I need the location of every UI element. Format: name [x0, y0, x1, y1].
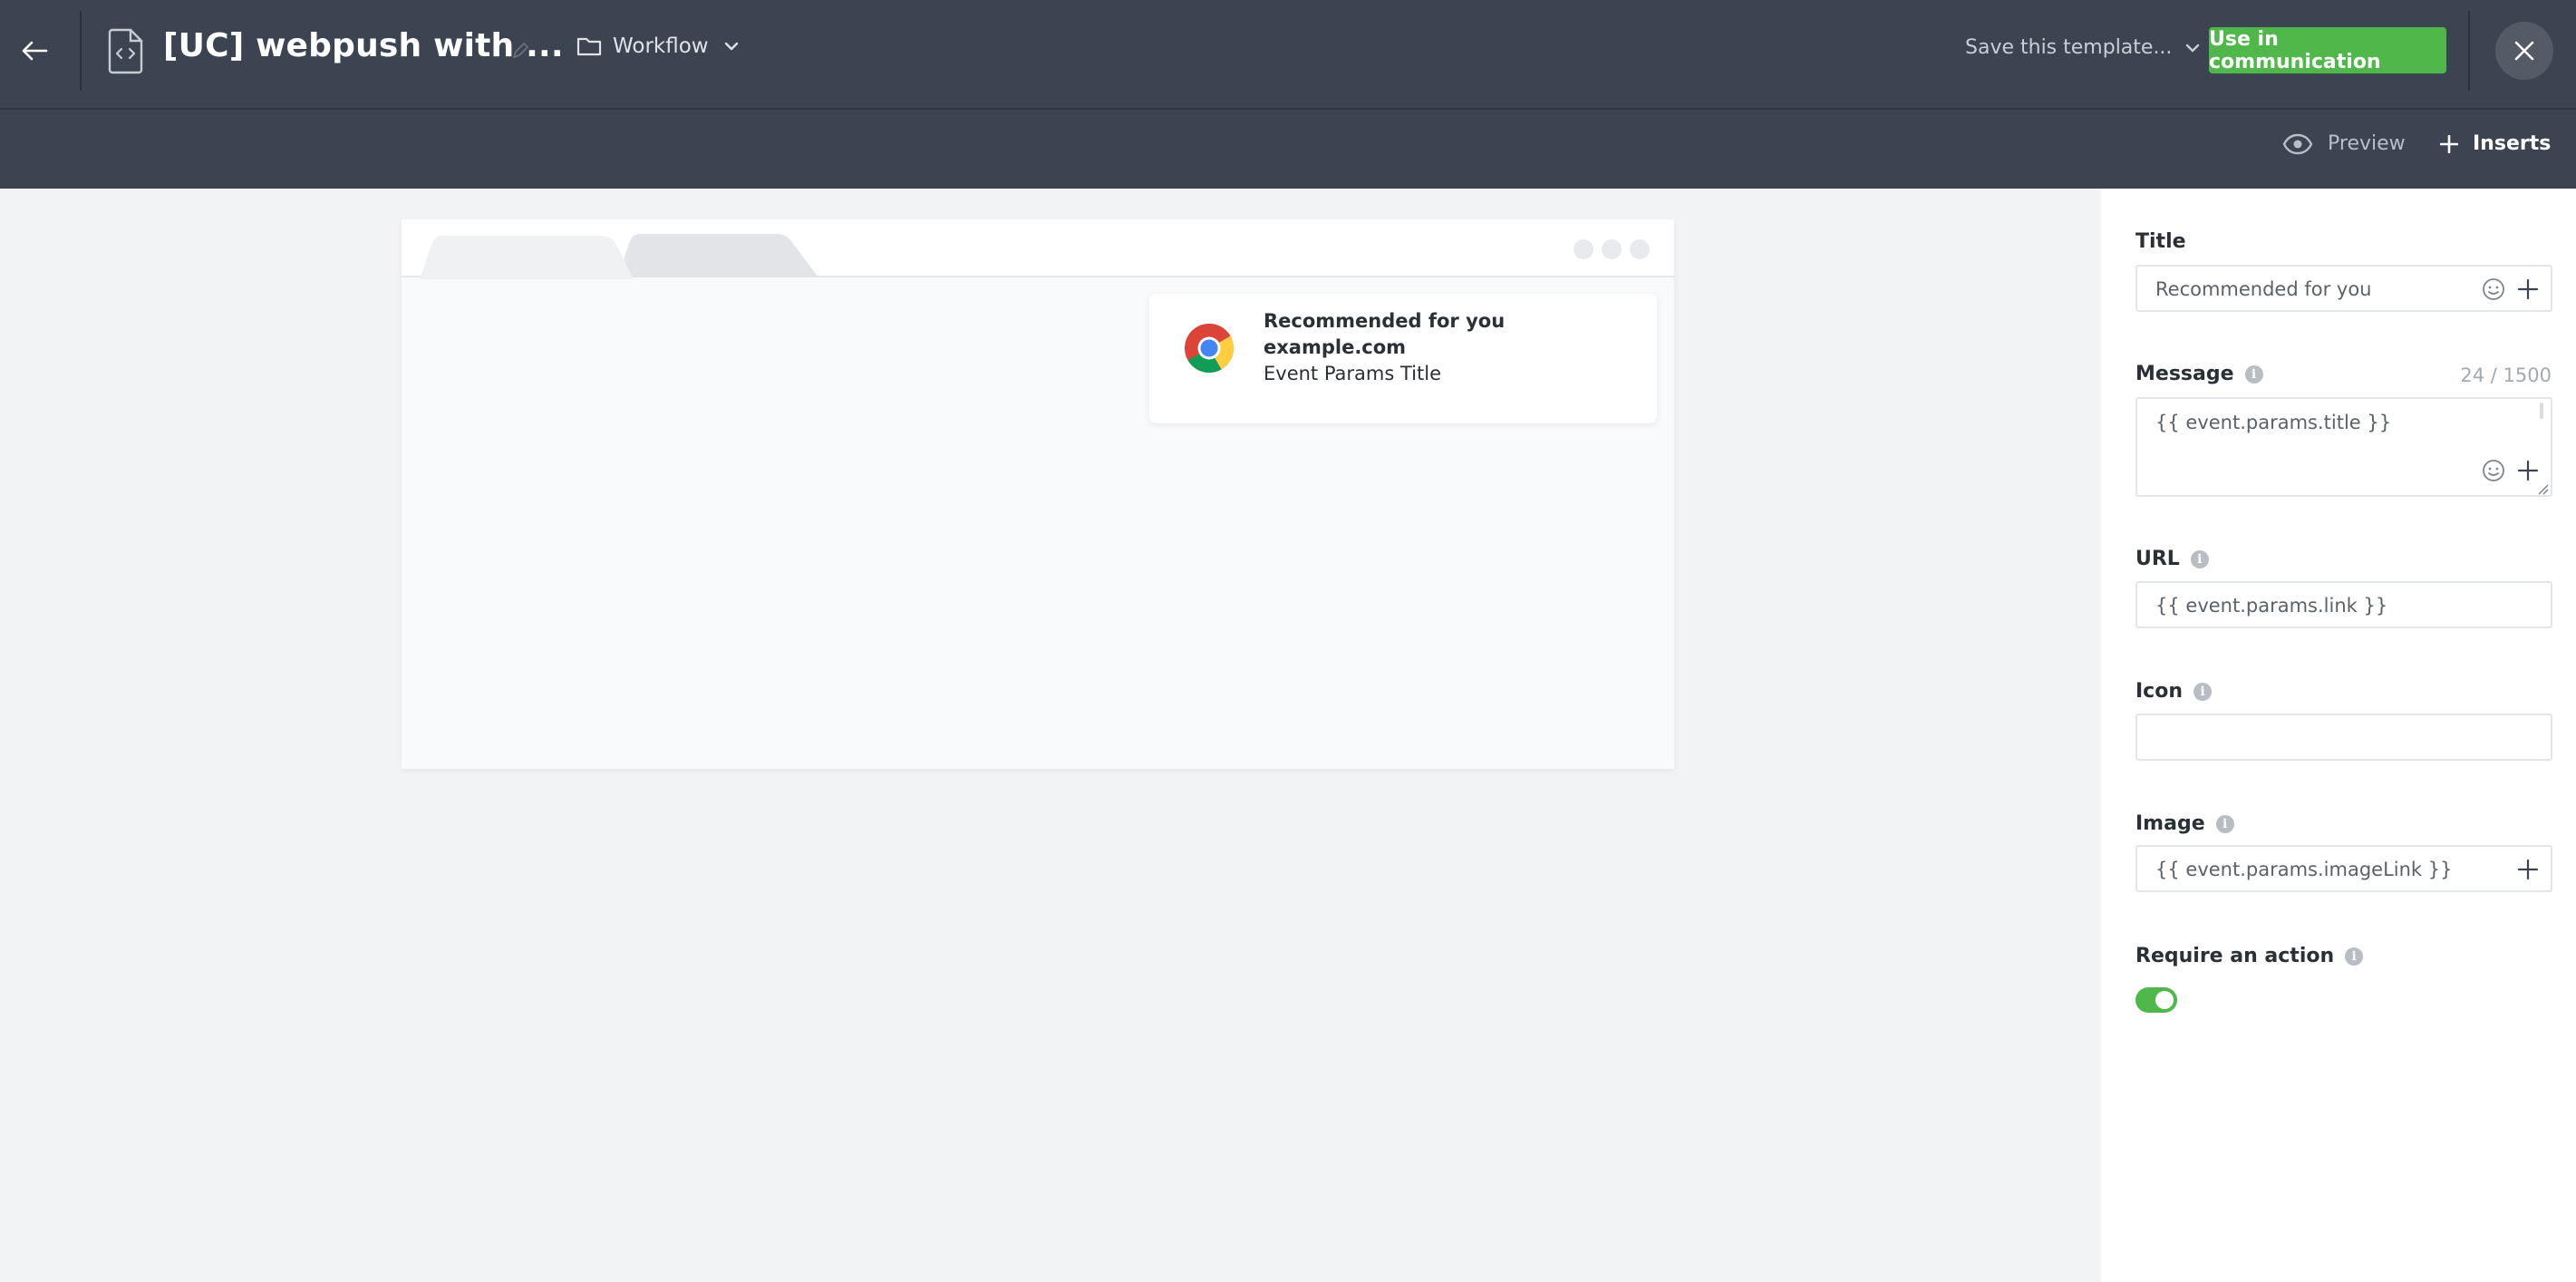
- folder-label: Workflow: [613, 34, 709, 58]
- plus-icon: [2440, 134, 2458, 153]
- plus-icon[interactable]: [2516, 858, 2540, 881]
- message-textarea-value: {{ event.params.title }}: [2155, 412, 2392, 433]
- push-notification-preview: Recommended for you example.com Event Pa…: [1149, 294, 1657, 423]
- plus-icon[interactable]: [2516, 277, 2540, 301]
- divider: [80, 11, 82, 91]
- url-input-value: {{ event.params.link }}: [2155, 595, 2388, 617]
- image-label: Image i: [2135, 812, 2234, 835]
- title-input[interactable]: Recommended for you: [2135, 265, 2552, 312]
- info-icon[interactable]: i: [2193, 682, 2213, 701]
- window-control-dot: [1602, 239, 1622, 259]
- pencil-icon[interactable]: [509, 40, 531, 62]
- icon-input[interactable]: [2135, 714, 2552, 761]
- title-label: Title: [2135, 230, 2186, 253]
- image-input[interactable]: {{ event.params.imageLink }}: [2135, 845, 2552, 892]
- chevron-down-icon: [2186, 44, 2200, 52]
- message-textarea[interactable]: {{ event.params.title }}: [2135, 397, 2552, 497]
- message-label: Message i: [2135, 363, 2263, 385]
- info-icon[interactable]: i: [2190, 549, 2209, 568]
- notification-site: example.com: [1264, 336, 1407, 358]
- emoji-icon[interactable]: [2482, 277, 2505, 301]
- browser-tab-bar: [402, 219, 1674, 279]
- chevron-down-icon: [724, 42, 738, 51]
- info-icon[interactable]: i: [2345, 947, 2364, 966]
- save-template-label: Save this template...: [1965, 36, 2173, 59]
- back-arrow-icon: [22, 41, 48, 61]
- plus-icon[interactable]: [2516, 459, 2540, 482]
- message-label-text: Message: [2135, 363, 2234, 385]
- resize-handle[interactable]: [2536, 482, 2549, 495]
- page-title[interactable]: [UC] webpush with ...: [163, 27, 564, 64]
- url-label-text: URL: [2135, 548, 2180, 570]
- inserts-button[interactable]: Inserts: [2440, 132, 2551, 155]
- preview-label: Preview: [2328, 132, 2406, 155]
- notification-body: Event Params Title: [1264, 363, 1442, 384]
- require-action-label-text: Require an action: [2135, 945, 2335, 967]
- title-label-text: Title: [2135, 230, 2186, 253]
- require-action-toggle[interactable]: [2135, 987, 2177, 1013]
- emoji-icon[interactable]: [2482, 459, 2505, 482]
- editor-toolbar: [0, 108, 2576, 189]
- inserts-label: Inserts: [2473, 132, 2552, 155]
- browser-tab-active: [420, 236, 634, 279]
- icon-label: Icon i: [2135, 680, 2213, 703]
- window-control-dot: [1574, 239, 1593, 259]
- divider: [2468, 11, 2470, 91]
- info-icon[interactable]: i: [2244, 364, 2263, 384]
- top-bar: [UC] webpush with ... Workflow Save this…: [0, 0, 2576, 108]
- image-label-text: Image: [2135, 812, 2205, 835]
- message-char-counter: 24 / 1500: [2460, 364, 2552, 386]
- eye-icon: [2282, 133, 2313, 154]
- scrollbar[interactable]: [2538, 403, 2545, 419]
- info-icon[interactable]: i: [2215, 814, 2234, 833]
- save-template-dropdown[interactable]: Save this template...: [1965, 36, 2201, 59]
- close-button[interactable]: [2495, 22, 2553, 80]
- require-action-label: Require an action i: [2135, 945, 2364, 967]
- icon-label-text: Icon: [2135, 680, 2184, 703]
- window-control-dot: [1630, 239, 1650, 259]
- folder-selector[interactable]: Workflow: [576, 34, 740, 58]
- close-icon: [2514, 41, 2534, 61]
- settings-panel: Title Recommended for you Message i 24 /…: [2101, 189, 2576, 1282]
- folder-icon: [576, 37, 602, 56]
- preview-button[interactable]: Preview: [2282, 132, 2406, 155]
- back-button[interactable]: [16, 33, 53, 69]
- browser-tab-inactive: [617, 234, 818, 277]
- title-input-value: Recommended for you: [2155, 278, 2372, 300]
- chrome-icon: [1185, 324, 1235, 374]
- image-input-value: {{ event.params.imageLink }}: [2155, 859, 2453, 880]
- url-label: URL i: [2135, 548, 2209, 570]
- toggle-knob: [2155, 991, 2174, 1009]
- document-code-icon: [108, 28, 143, 74]
- use-in-communication-button[interactable]: Use in communication: [2209, 27, 2446, 73]
- notification-title: Recommended for you: [1264, 310, 1506, 332]
- browser-preview: Recommended for you example.com Event Pa…: [402, 219, 1674, 769]
- url-input[interactable]: {{ event.params.link }}: [2135, 581, 2552, 628]
